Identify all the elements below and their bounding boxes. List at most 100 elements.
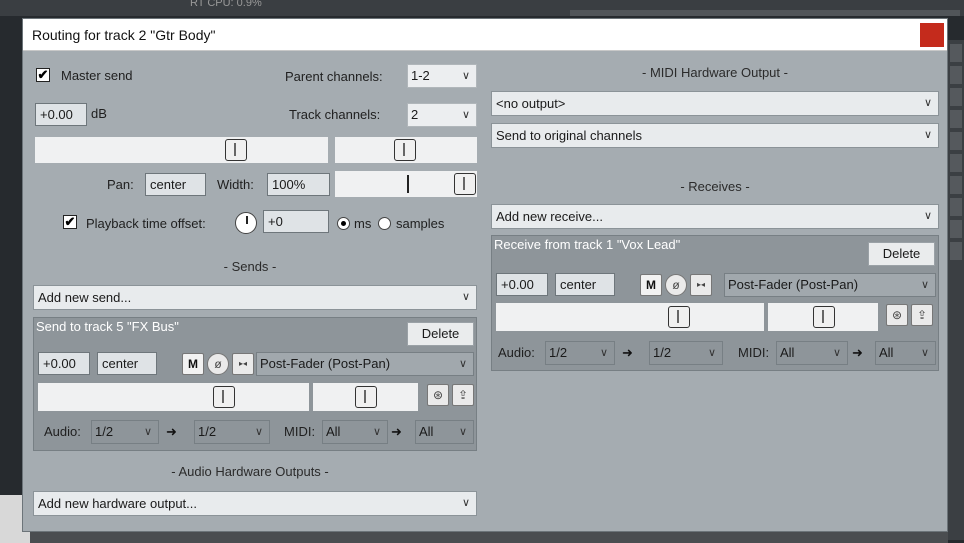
receive-volume-thumb[interactable] [668,306,690,328]
route-icon[interactable]: ⊛ [886,304,908,326]
receive-midi-src-select[interactable]: All ∨ [776,341,848,365]
send-midi-dst-select[interactable]: All ∨ [415,420,474,444]
receive-audio-dst-value: 1/2 [653,345,672,360]
unit-samples-radio[interactable] [378,217,391,230]
send-midi-label: MIDI: [284,424,316,439]
add-send-placeholder: Add new send... [38,290,132,305]
arrow-icon: ➜ [622,345,633,360]
chevron-down-icon: ∨ [599,347,608,359]
send-mode-select[interactable]: Post-Fader (Post-Pan) ∨ [256,352,474,376]
pan-fader[interactable] [335,137,477,163]
offset-knob[interactable] [235,212,257,234]
midi-output-select[interactable]: <no output> ∨ [491,91,939,116]
receive-panel: Receive from track 1 "Vox Lead" Delete +… [491,235,939,371]
envelope-icon[interactable]: ⇪ [452,384,474,406]
width-field[interactable]: 100% [267,173,330,196]
chevron-down-icon: ∨ [920,347,929,359]
mono-icon[interactable]: ▸◂ [690,274,712,296]
parent-channels-label: Parent channels: [285,69,383,84]
arrow-icon: ➜ [852,345,863,360]
receive-pan-thumb[interactable] [813,306,835,328]
mono-icon[interactable]: ▸◂ [232,353,254,375]
volume-unit: dB [91,106,107,121]
track-channels-value: 2 [411,107,419,122]
receives-header: - Receives - [680,179,750,194]
midi-channel-value: Send to original channels [496,128,642,143]
send-audio-src-select[interactable]: 1/2 ∨ [91,420,159,444]
phase-icon[interactable]: ø [207,353,229,375]
send-volume-field[interactable]: +0.00 [38,352,90,375]
chevron-down-icon: ∨ [923,210,932,222]
track-channels-select[interactable]: 2 ∨ [407,103,477,127]
width-fader-thumb[interactable] [454,173,476,195]
send-panel: Send to track 5 "FX Bus" Delete +0.00 ce… [33,317,477,451]
receive-audio-dst-select[interactable]: 1/2 ∨ [649,341,723,365]
receive-pan-field[interactable]: center [555,273,615,296]
window-title: Routing for track 2 "Gtr Body" [32,27,216,43]
unit-ms-label: ms [354,216,372,231]
daw-background-right [948,40,964,540]
phase-icon[interactable]: ø [665,274,687,296]
receive-mode-select[interactable]: Post-Fader (Post-Pan) ∨ [724,273,936,297]
send-midi-src-select[interactable]: All ∨ [322,420,388,444]
midi-channel-select[interactable]: Send to original channels ∨ [491,123,939,148]
track-channels-label: Track channels: [289,107,381,122]
send-audio-src-value: 1/2 [95,424,114,439]
add-receive-select[interactable]: Add new receive... ∨ [491,204,939,229]
width-fader[interactable] [335,171,477,197]
receive-midi-label: MIDI: [738,345,770,360]
add-receive-placeholder: Add new receive... [496,209,603,224]
routing-dialog: Routing for track 2 "Gtr Body" ✔ Master … [22,18,948,532]
chevron-down-icon: ∨ [372,426,381,438]
midi-output-value: <no output> [496,96,566,111]
receive-midi-src-value: All [780,345,795,360]
close-button[interactable] [920,23,944,47]
send-audio-label: Audio: [44,424,81,439]
chevron-down-icon: ∨ [458,426,467,438]
route-icon[interactable]: ⊛ [427,384,449,406]
send-mode-value: Post-Fader (Post-Pan) [260,356,391,371]
pan-fader-thumb[interactable] [394,139,416,161]
volume-field[interactable]: +0.00 [35,103,87,126]
chevron-down-icon: ∨ [923,97,932,109]
receive-mute-button[interactable]: M [640,274,662,296]
send-pan-field[interactable]: center [97,352,157,375]
receive-volume-fader[interactable] [496,303,764,331]
send-mute-button[interactable]: M [182,353,204,375]
title-bar[interactable]: Routing for track 2 "Gtr Body" [23,19,947,51]
send-volume-fader[interactable] [38,383,309,411]
arrow-icon: ➜ [166,424,177,439]
chevron-down-icon: ∨ [707,347,716,359]
send-pan-thumb[interactable] [355,386,377,408]
master-send-checkbox[interactable]: ✔ [36,68,50,82]
send-audio-dst-select[interactable]: 1/2 ∨ [194,420,270,444]
volume-fader-thumb[interactable] [225,139,247,161]
receive-mode-value: Post-Fader (Post-Pan) [728,277,859,292]
receive-midi-dst-select[interactable]: All ∨ [875,341,936,365]
midi-hw-header: - MIDI Hardware Output - [642,65,788,80]
volume-fader[interactable] [35,137,328,163]
playback-offset-field[interactable]: +0 [263,210,329,233]
master-send-label: Master send [61,68,133,83]
playback-offset-checkbox[interactable]: ✔ [63,215,77,229]
parent-channels-select[interactable]: 1-2 ∨ [407,64,477,88]
unit-ms-radio[interactable] [337,217,350,230]
receive-midi-dst-value: All [879,345,894,360]
pan-field[interactable]: center [145,173,206,196]
add-hw-output-select[interactable]: Add new hardware output... ∨ [33,491,477,516]
send-volume-thumb[interactable] [213,386,235,408]
cpu-readout: RT CPU: 0.9% [190,0,262,9]
envelope-icon[interactable]: ⇪ [911,304,933,326]
parent-channels-value: 1-2 [411,68,430,83]
send-pan-fader[interactable] [313,383,418,411]
receive-volume-field[interactable]: +0.00 [496,273,548,296]
receive-audio-label: Audio: [498,345,535,360]
add-send-select[interactable]: Add new send... ∨ [33,285,477,310]
pan-label: Pan: [107,177,134,192]
unit-samples-label: samples [396,216,445,231]
receive-pan-fader[interactable] [768,303,878,331]
receive-audio-src-select[interactable]: 1/2 ∨ [545,341,615,365]
send-delete-button[interactable]: Delete [407,322,474,346]
chevron-down-icon: ∨ [920,279,929,291]
receive-delete-button[interactable]: Delete [868,242,935,266]
